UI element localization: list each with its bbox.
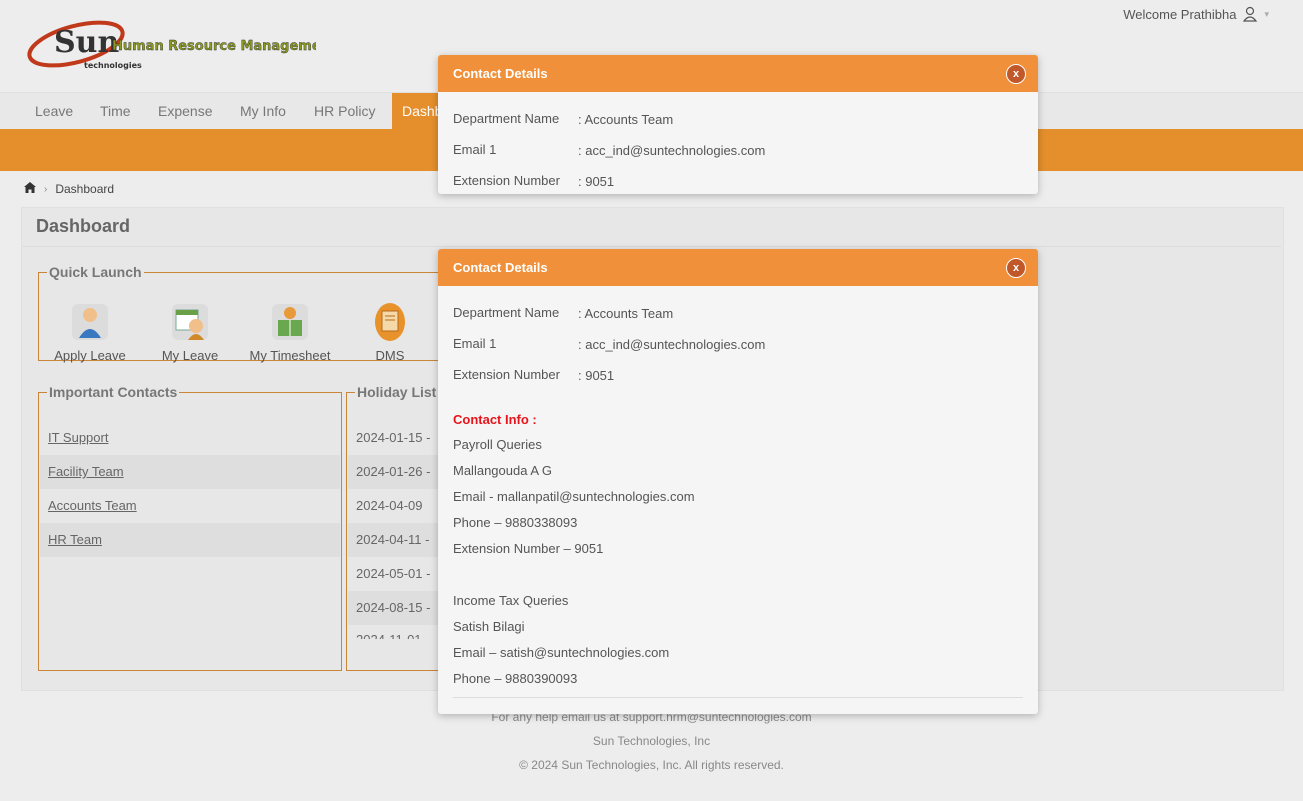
list-item: Facility Team	[40, 455, 340, 489]
company-logo[interactable]: Sun technologies Human Resource Manageme…	[26, 14, 336, 74]
info-line: Satish Bilagi	[453, 619, 525, 634]
contact-link-facility-team[interactable]: Facility Team	[48, 464, 124, 479]
field-value: : 9051	[578, 368, 615, 383]
nav-expense[interactable]: Expense	[158, 93, 212, 130]
quick-launch-my-leave[interactable]: My Leave	[145, 302, 235, 363]
info-line: Income Tax Queries	[453, 593, 569, 608]
list-item: IT Support	[40, 421, 340, 455]
info-line: Email - mallanpatil@suntechnologies.com	[453, 489, 695, 504]
field-value: : 9051	[578, 174, 615, 189]
quick-launch-my-timesheet[interactable]: My Timesheet	[245, 302, 335, 363]
info-line: Email – satish@suntechnologies.com	[453, 645, 670, 660]
my-timesheet-icon	[270, 302, 310, 342]
quick-launch-legend: Quick Launch	[49, 264, 142, 280]
nav-leave[interactable]: Leave	[35, 93, 73, 130]
important-contacts: Important Contacts IT Support Facility T…	[38, 384, 342, 671]
field-value: : acc_ind@suntechnologies.com	[578, 143, 766, 158]
field-label: Extension Number	[453, 173, 560, 188]
field-value: : acc_ind@suntechnologies.com	[578, 337, 766, 352]
home-icon[interactable]	[24, 182, 36, 196]
contact-link-hr-team[interactable]: HR Team	[48, 532, 102, 547]
svg-text:Human Resource Management: Human Resource Management	[112, 39, 316, 54]
contact-link-accounts-team[interactable]: Accounts Team	[48, 498, 137, 513]
divider	[453, 697, 1023, 698]
footer-company: Sun Technologies, Inc	[592, 734, 711, 748]
welcome-user-menu[interactable]: Welcome Prathibha ▾	[1123, 6, 1269, 22]
breadcrumb-current: Dashboard	[55, 182, 115, 196]
field-value: : Accounts Team	[578, 112, 674, 127]
svg-text:technologies: technologies	[84, 61, 142, 70]
modal-body: Department Name : Accounts Team Email 1 …	[438, 286, 1038, 714]
quick-launch-apply-leave[interactable]: Apply Leave	[45, 302, 135, 363]
field-label: Extension Number	[453, 367, 560, 382]
quick-launch-label: Apply Leave	[54, 348, 126, 363]
important-contacts-legend: Important Contacts	[49, 384, 178, 400]
quick-launch-label: DMS	[375, 348, 405, 363]
svg-text:Sun: Sun	[54, 25, 119, 60]
breadcrumb: › Dashboard	[24, 182, 114, 196]
user-icon	[1242, 6, 1258, 22]
contact-details-modal: Contact Details x Department Name : Acco…	[438, 249, 1038, 714]
list-item: Accounts Team	[40, 489, 340, 523]
dms-icon	[370, 302, 410, 342]
quick-launch-dms[interactable]: DMS	[345, 302, 435, 363]
my-leave-icon	[170, 302, 210, 342]
holiday-list-legend: Holiday List	[357, 384, 437, 400]
info-line: Phone – 9880338093	[453, 515, 578, 530]
modal-header: Contact Details x	[438, 55, 1038, 92]
field-label: Email 1	[453, 142, 497, 157]
contact-info-heading: Contact Info :	[453, 412, 537, 427]
welcome-text: Welcome Prathibha	[1123, 6, 1237, 22]
field-label: Department Name	[453, 305, 560, 320]
chevron-right-icon: ›	[44, 183, 48, 195]
field-value: : Accounts Team	[578, 306, 674, 321]
quick-launch-label: My Leave	[161, 348, 219, 363]
list-item: HR Team	[40, 523, 340, 557]
footer-copyright: © 2024 Sun Technologies, Inc. All rights…	[519, 758, 784, 772]
modal-header: Contact Details x	[438, 249, 1038, 286]
nav-hr-policy[interactable]: HR Policy	[314, 93, 375, 130]
info-line: Phone – 9880390093	[453, 671, 578, 686]
modal-title: Contact Details	[453, 66, 548, 81]
field-label: Department Name	[453, 111, 560, 126]
nav-my-info[interactable]: My Info	[240, 93, 286, 130]
close-icon[interactable]: x	[1006, 64, 1026, 84]
info-line: Mallangouda A G	[453, 463, 553, 478]
close-icon[interactable]: x	[1006, 258, 1026, 278]
quick-launch-label: My Timesheet	[249, 348, 331, 363]
nav-time[interactable]: Time	[100, 93, 131, 130]
page-title: Dashboard	[36, 216, 131, 236]
contact-details-modal: Contact Details x Department Name : Acco…	[438, 55, 1038, 194]
contact-link-it-support[interactable]: IT Support	[48, 430, 108, 445]
apply-leave-icon	[70, 302, 110, 342]
info-line: Payroll Queries	[453, 437, 542, 452]
divider	[22, 246, 1281, 247]
quick-launch: Quick Launch Apply Leave My Leave My Tim…	[38, 264, 460, 363]
info-line: Extension Number – 9051	[453, 541, 604, 556]
field-label: Email 1	[453, 336, 497, 351]
modal-title: Contact Details	[453, 260, 548, 275]
chevron-down-icon: ▾	[1264, 8, 1269, 19]
